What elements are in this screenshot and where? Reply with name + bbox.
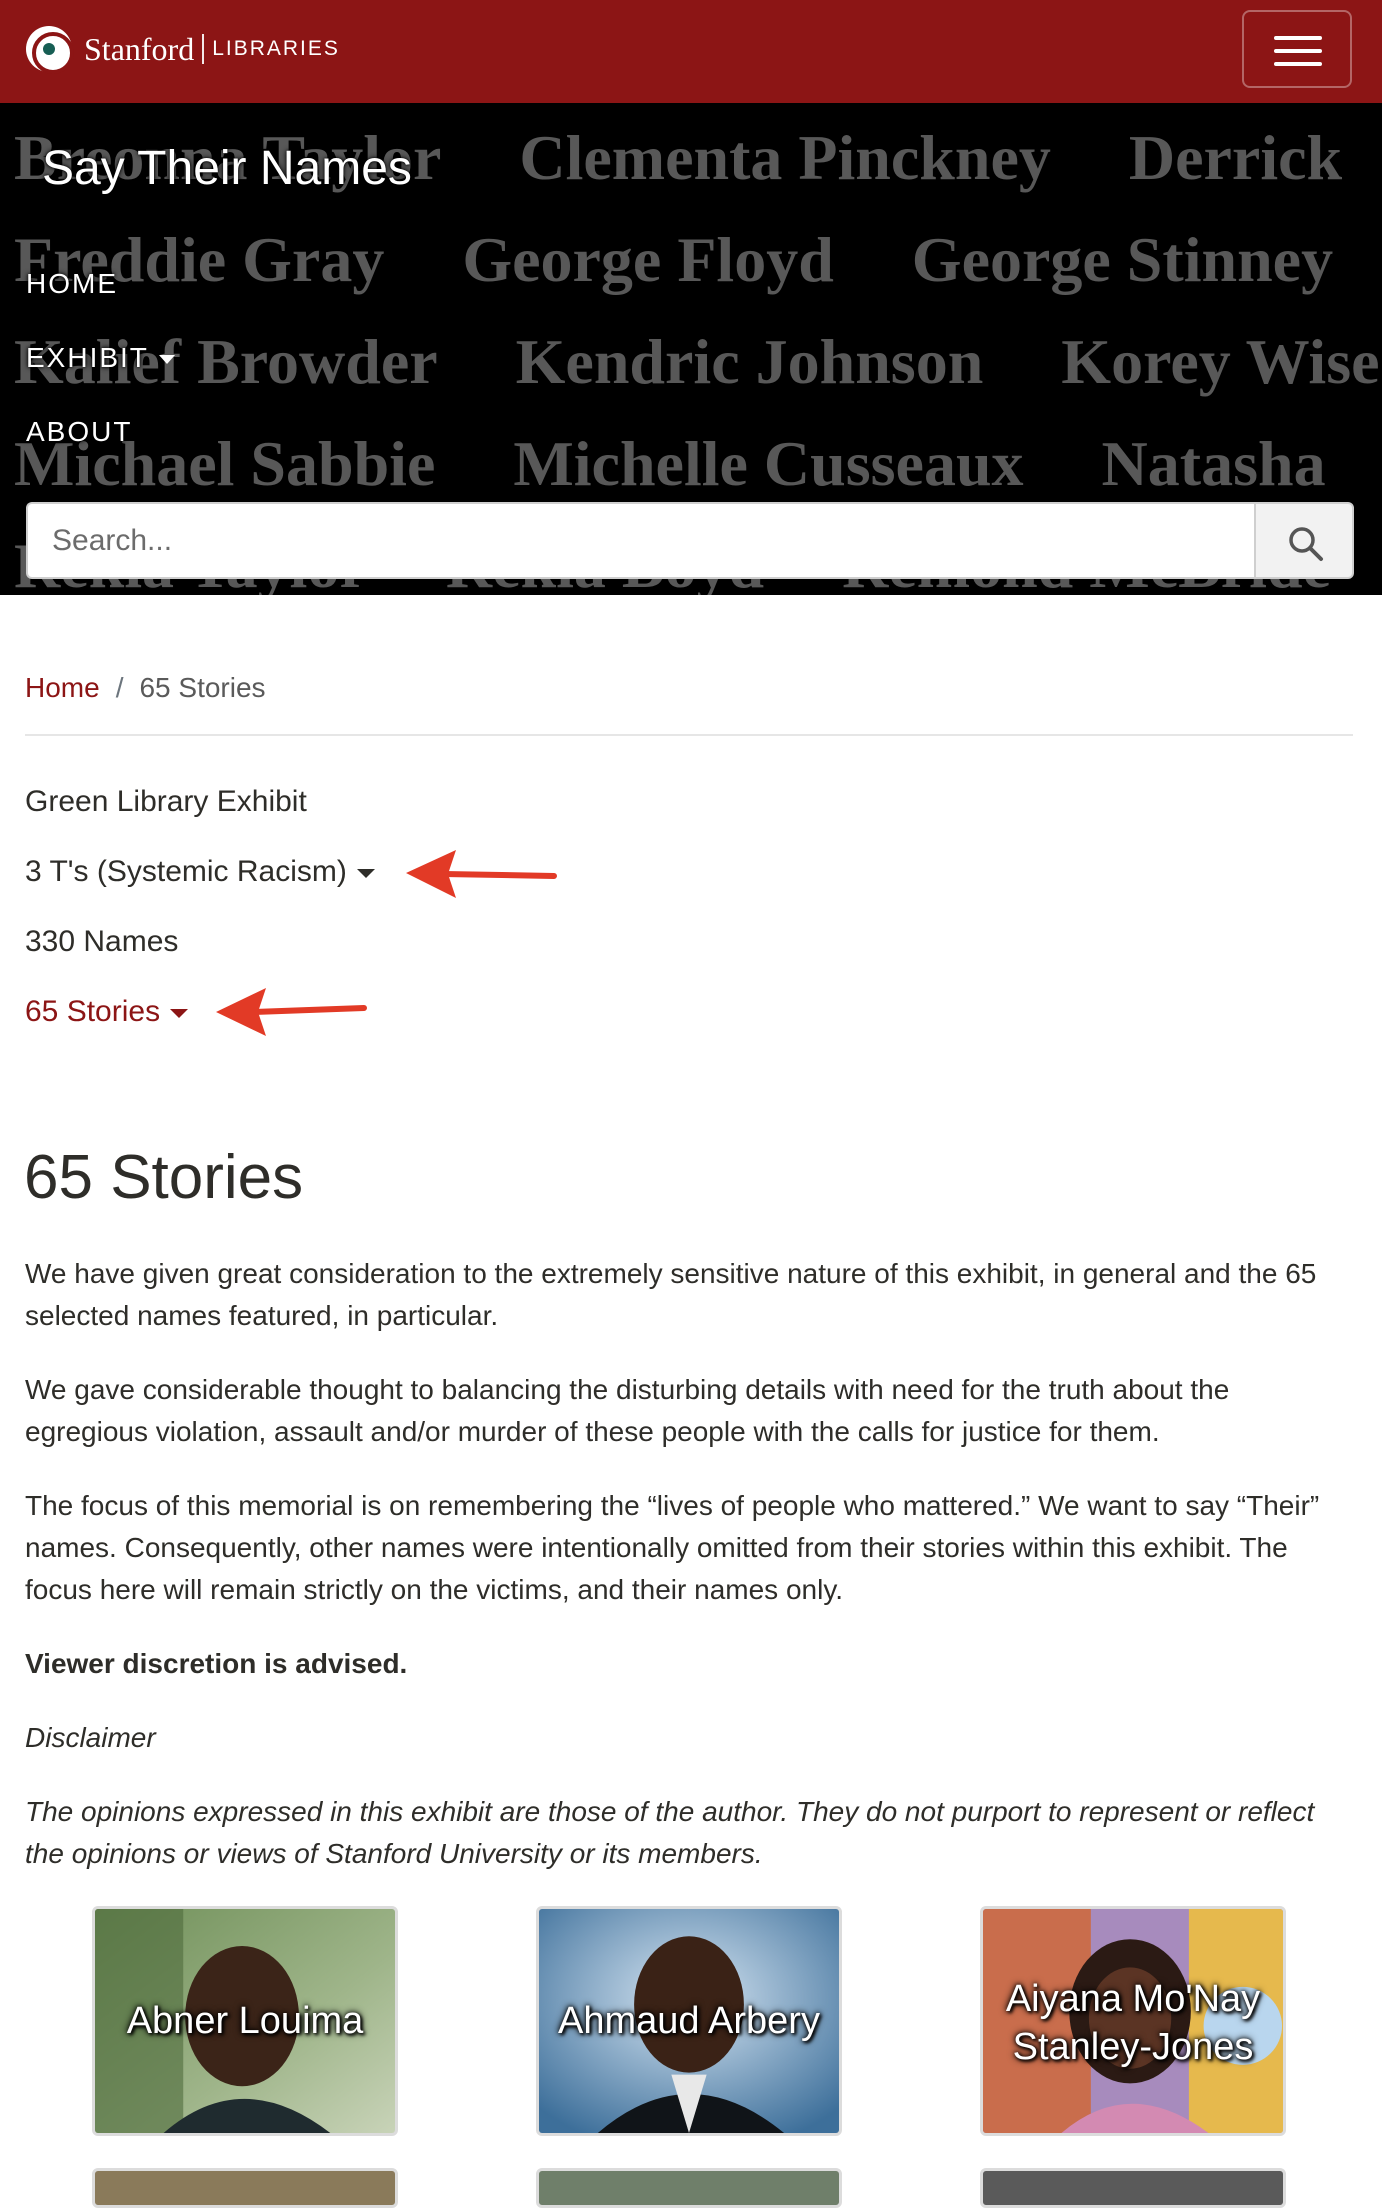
brand-sub: LIBRARIES (212, 37, 340, 60)
nav-about-label: ABOUT (26, 416, 133, 447)
background-name: George Stinney (911, 224, 1334, 295)
subnav-green-library-exhibit[interactable]: Green Library Exhibit (25, 785, 307, 819)
site-title[interactable]: Say Their Names (42, 141, 412, 196)
story-card-abner-louima[interactable]: Abner Louima (92, 1906, 398, 2136)
nav-exhibit[interactable]: EXHIBIT (26, 342, 175, 374)
background-name: Kendric Johnson (515, 326, 984, 397)
story-card-partial[interactable] (980, 2168, 1286, 2208)
subnav-label: 65 Stories (25, 995, 161, 1028)
background-names-row: Freddie Gray George Floyd George Stinney (14, 223, 1382, 297)
search-button[interactable] (1254, 502, 1354, 579)
breadcrumb-current: 65 Stories (139, 672, 266, 703)
background-names-row: Michael Sabbie Michelle Cusseaux Natasha (14, 427, 1382, 501)
background-names-row: Kalief Browder Kendric Johnson Korey Wise (14, 325, 1382, 399)
subnav-label: 330 Names (25, 925, 179, 958)
subnav-label: 3 T's (Systemic Racism) (25, 855, 347, 888)
search-icon (1289, 527, 1323, 561)
nav-home-label: HOME (26, 268, 118, 299)
hamburger-menu-button[interactable] (1242, 10, 1352, 88)
subnav-3ts-systemic-racism[interactable]: 3 T's (Systemic Racism) (25, 855, 375, 889)
subnav-label: Green Library Exhibit (25, 785, 307, 818)
hamburger-menu-icon (1274, 36, 1322, 40)
background-name: Natasha (1101, 428, 1326, 499)
intro-paragraph: We gave considerable thought to balancin… (25, 1374, 1230, 1447)
background-name: George Floyd (462, 224, 834, 295)
story-card-aiyana-stanley-jones[interactable]: Aiyana Mo'Nay Stanley-Jones (980, 1906, 1286, 2136)
story-card-title: Ahmaud Arbery (558, 2000, 820, 2042)
background-name: Derrick (1128, 122, 1343, 193)
disclaimer-text: The opinions expressed in this exhibit a… (25, 1796, 1315, 1869)
caret-down-icon (158, 355, 175, 365)
story-card-title: Aiyana Mo'Nay Stanley-Jones (1005, 1978, 1261, 2068)
subnav-330-names[interactable]: 330 Names (25, 925, 178, 959)
caret-down-icon (356, 868, 375, 878)
search-bar (26, 502, 1354, 579)
story-card-ahmaud-arbery[interactable]: Ahmaud Arbery (536, 1906, 842, 2136)
breadcrumb-home-link[interactable]: Home (25, 672, 100, 704)
caret-down-icon (170, 1008, 189, 1018)
subnav-65-stories[interactable]: 65 Stories (25, 995, 189, 1029)
hero-banner: Breonna Taylor Clementa Pinckney Derrick F… (0, 103, 1382, 595)
intro-paragraph: We have given great consideration to the… (25, 1258, 1317, 1331)
background-name: Korey Wise (1061, 326, 1380, 397)
page-title: 65 Stories (24, 1143, 304, 1212)
story-card-title: Abner Louima (126, 2000, 364, 2042)
viewer-advisory: Viewer discretion is advised. (25, 1648, 408, 1679)
background-name: Michelle Cusseaux (513, 428, 1024, 499)
background-name: Clementa Pinckney (519, 122, 1051, 193)
annotation-arrow-icon (406, 850, 557, 898)
brand-divider (202, 34, 205, 64)
stanford-seal-icon (26, 26, 74, 74)
divider (25, 734, 1353, 736)
story-card-partial[interactable] (92, 2168, 398, 2208)
disclaimer-heading: Disclaimer (25, 1722, 156, 1753)
story-card-partial[interactable] (536, 2168, 842, 2208)
annotation-arrow-icon (216, 988, 367, 1036)
breadcrumb-separator: / (115, 672, 124, 703)
nav-home[interactable]: HOME (26, 268, 118, 300)
brand-name: Stanford (84, 30, 195, 67)
breadcrumb: Home / 65 Stories (25, 672, 266, 704)
intro-paragraph: The focus of this memorial is on remembe… (25, 1490, 1320, 1605)
stanford-libraries-logo[interactable]: Stanford LIBRARIES (26, 26, 340, 74)
nav-exhibit-label: EXHIBIT (26, 342, 149, 373)
top-bar: Stanford LIBRARIES (0, 0, 1382, 103)
search-input[interactable] (26, 502, 1254, 579)
nav-about[interactable]: ABOUT (26, 416, 132, 448)
